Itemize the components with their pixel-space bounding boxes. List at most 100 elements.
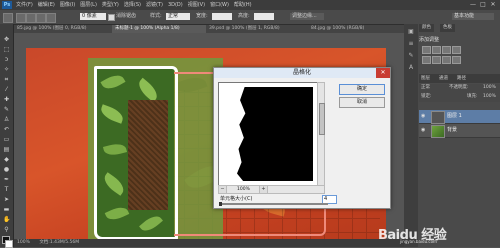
levels-adjust-icon[interactable] bbox=[432, 46, 441, 54]
menu-file[interactable]: 文件(F) bbox=[16, 1, 33, 9]
character-panel-icon[interactable]: A bbox=[407, 64, 415, 72]
cell-size-slider[interactable] bbox=[220, 203, 328, 205]
color-balance-adjust-icon[interactable] bbox=[432, 56, 441, 64]
tools-panel: ✥ ⬚ ↄ ✧ ⌗ ⁄ ✚ ✎ ♙ ↶ ▭ ▤ ◆ ● ✒ T ➤ ▬ ✋ ⚲ bbox=[0, 24, 14, 248]
tab-document-2[interactable]: 未标题-1 @ 100% (Alpha 1/8) bbox=[112, 25, 207, 33]
tab-document-1[interactable]: 85.jpg @ 100% (图层 0, RGB/8) bbox=[14, 25, 113, 33]
refine-edge-button[interactable]: 调整边缘... bbox=[290, 13, 324, 20]
antialias-label: 消除锯齿 bbox=[116, 13, 137, 19]
height-input[interactable] bbox=[254, 13, 274, 20]
feather-input[interactable]: 0 像素 bbox=[80, 13, 106, 20]
menu-image[interactable]: 图像(I) bbox=[60, 1, 75, 9]
marquee-tool-preset-icon[interactable] bbox=[3, 13, 13, 23]
antialias-checkbox[interactable] bbox=[108, 14, 115, 21]
eraser-tool-icon[interactable]: ▭ bbox=[3, 136, 10, 143]
menu-filter[interactable]: 滤镜(T) bbox=[146, 1, 163, 9]
path-selection-tool-icon[interactable]: ➤ bbox=[3, 196, 10, 203]
dodge-tool-icon[interactable]: ● bbox=[3, 166, 10, 173]
status-zoom[interactable]: 100% bbox=[17, 240, 30, 245]
minimize-button[interactable]: — bbox=[468, 1, 478, 9]
opacity-label: 不透明度: bbox=[449, 85, 469, 90]
cell-size-slider-thumb[interactable] bbox=[219, 202, 222, 206]
layer-name[interactable]: 图层 1 bbox=[447, 110, 462, 123]
history-brush-tool-icon[interactable]: ↶ bbox=[3, 126, 10, 133]
adjustments-title: 添加调整 bbox=[419, 37, 440, 43]
ok-button[interactable]: 确定 bbox=[339, 84, 385, 95]
menu-layer[interactable]: 图层(L) bbox=[80, 1, 97, 9]
maximize-button[interactable]: □ bbox=[478, 1, 488, 9]
layer-thumbnail bbox=[431, 125, 445, 138]
menu-help[interactable]: 帮助(H) bbox=[234, 1, 252, 9]
close-button[interactable]: ✕ bbox=[488, 1, 498, 9]
black-white-adjust-icon[interactable] bbox=[442, 56, 451, 64]
pen-tool-icon[interactable]: ✒ bbox=[3, 176, 10, 183]
intersect-selection-icon[interactable] bbox=[46, 13, 56, 23]
properties-panel-icon[interactable]: ≡ bbox=[407, 40, 415, 48]
hue-adjust-icon[interactable] bbox=[422, 56, 431, 64]
hand-tool-icon[interactable]: ✋ bbox=[3, 216, 10, 223]
fill-label: 填充: bbox=[467, 94, 478, 99]
style-select[interactable]: 正常 bbox=[166, 13, 190, 20]
tab-channels[interactable]: 通道 bbox=[439, 75, 448, 82]
shape-tool-icon[interactable]: ▬ bbox=[3, 206, 10, 213]
menu-select[interactable]: 选择(S) bbox=[124, 1, 141, 9]
menu-view[interactable]: 视图(V) bbox=[188, 1, 205, 9]
lasso-tool-icon[interactable]: ↄ bbox=[3, 56, 10, 63]
brush-tool-icon[interactable]: ✎ bbox=[3, 106, 10, 113]
tab-document-3[interactable]: 39.psd @ 100% (图层 1, RGB/8) bbox=[206, 25, 309, 33]
filter-preview[interactable] bbox=[218, 82, 318, 186]
crop-tool-icon[interactable]: ⌗ bbox=[3, 76, 10, 83]
workspace-select[interactable]: 基本功能 bbox=[452, 13, 494, 20]
cancel-button[interactable]: 取消 bbox=[339, 97, 385, 108]
tab-paths[interactable]: 路径 bbox=[457, 75, 466, 82]
eyedropper-tool-icon[interactable]: ⁄ bbox=[3, 86, 10, 93]
healing-brush-tool-icon[interactable]: ✚ bbox=[3, 96, 10, 103]
blend-mode-select[interactable]: 正常 bbox=[421, 84, 430, 91]
magic-wand-tool-icon[interactable]: ✧ bbox=[3, 66, 10, 73]
status-bar: 100% 文档:1.43M/5.56M bbox=[14, 239, 407, 247]
fill-value[interactable]: 100% bbox=[483, 93, 496, 100]
layer-name[interactable]: 背景 bbox=[447, 124, 457, 137]
zoom-out-button[interactable]: − bbox=[219, 186, 227, 193]
new-selection-icon[interactable] bbox=[16, 13, 26, 23]
type-tool-icon[interactable]: T bbox=[3, 186, 10, 193]
width-input[interactable] bbox=[212, 13, 232, 20]
tab-document-4[interactable]: 84.jpg @ 100% (RGB/8) bbox=[308, 25, 405, 33]
menu-window[interactable]: 窗口(W) bbox=[210, 1, 229, 9]
menu-edit[interactable]: 编辑(E) bbox=[38, 1, 55, 9]
crystallize-dialog: 晶格化 ✕ − 100% + 确定 取消 单元格大小(C) 4 bbox=[213, 67, 391, 209]
curves-adjust-icon[interactable] bbox=[442, 46, 451, 54]
layer-row-2[interactable]: ◉ 背景 bbox=[419, 124, 500, 138]
dialog-close-icon[interactable]: ✕ bbox=[376, 68, 390, 78]
dialog-title: 晶格化 bbox=[214, 68, 390, 78]
add-selection-icon[interactable] bbox=[26, 13, 36, 23]
visibility-eye-icon[interactable]: ◉ bbox=[421, 127, 427, 133]
tab-swatches[interactable]: 色板 bbox=[440, 24, 455, 32]
zoom-tool-icon[interactable]: ⚲ bbox=[3, 226, 10, 233]
scrollbar-thumb[interactable] bbox=[319, 103, 325, 135]
tab-layers[interactable]: 图层 bbox=[421, 75, 430, 82]
photo-filter-adjust-icon[interactable] bbox=[452, 56, 461, 64]
opacity-value[interactable]: 100% bbox=[483, 84, 496, 91]
status-doc-size: 文档:1.43M/5.56M bbox=[39, 240, 80, 245]
lock-label: 锁定: bbox=[421, 94, 432, 99]
history-panel-icon[interactable]: ▣ bbox=[407, 28, 415, 36]
clone-stamp-tool-icon[interactable]: ♙ bbox=[3, 116, 10, 123]
zoom-in-button[interactable]: + bbox=[259, 186, 268, 193]
exposure-adjust-icon[interactable] bbox=[452, 46, 461, 54]
menu-type[interactable]: 类型(Y) bbox=[102, 1, 119, 9]
marquee-tool-icon[interactable]: ⬚ bbox=[3, 46, 10, 53]
preview-scrollbar[interactable] bbox=[317, 82, 325, 186]
style-label: 样式: bbox=[150, 13, 162, 19]
visibility-eye-icon[interactable]: ◉ bbox=[421, 113, 427, 119]
blur-tool-icon[interactable]: ◆ bbox=[3, 156, 10, 163]
preview-zoom-value: 100% bbox=[237, 187, 250, 192]
tab-color[interactable]: 颜色 bbox=[419, 24, 434, 32]
move-tool-icon[interactable]: ✥ bbox=[3, 36, 10, 43]
brush-panel-icon[interactable]: ✎ bbox=[407, 52, 415, 60]
brightness-adjust-icon[interactable] bbox=[422, 46, 431, 54]
layer-row-1[interactable]: ◉ 图层 1 bbox=[419, 110, 500, 124]
subtract-selection-icon[interactable] bbox=[36, 13, 46, 23]
gradient-tool-icon[interactable]: ▤ bbox=[3, 146, 10, 153]
menu-3d[interactable]: 3D(D) bbox=[168, 1, 183, 9]
